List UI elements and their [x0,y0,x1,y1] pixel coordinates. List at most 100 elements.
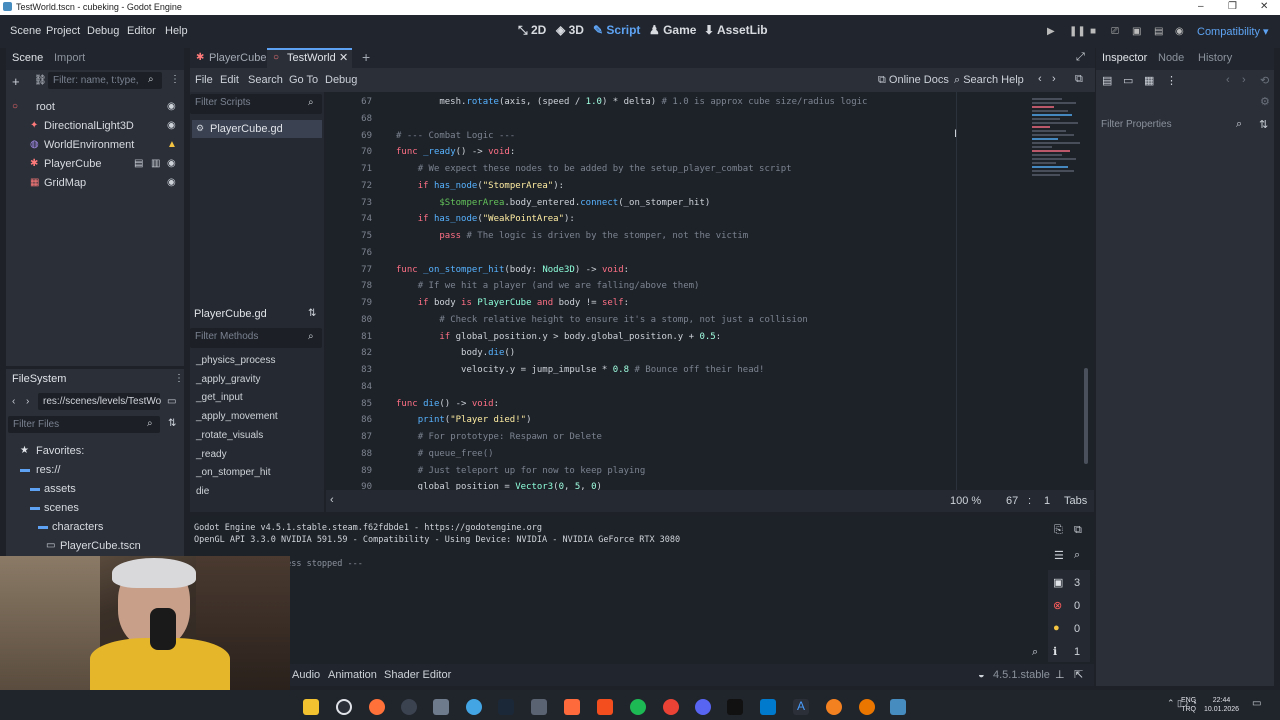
code-line[interactable]: if has_node("StomperArea"): [396,181,564,198]
script-menu-goto[interactable]: Go To [289,74,318,86]
version-label[interactable]: 4.5.1.stable [993,669,1050,681]
filter-properties-input[interactable]: Filter Properties [1096,114,1252,134]
pause-icon[interactable]: ❚❚ [1069,26,1086,37]
code-line[interactable]: # If we hit a player (and we are falling… [396,281,700,298]
method-item[interactable]: _on_stomper_hit [196,467,271,478]
notifications-icon[interactable]: ▭ [1252,698,1261,709]
movie-maker-icon[interactable]: ◉ [1175,26,1184,37]
slack-icon[interactable] [433,699,449,715]
history-forward-icon[interactable]: › [1052,73,1056,85]
menu-debug[interactable]: Debug [87,25,119,37]
stop-icon[interactable]: ■ [1090,26,1096,37]
scene-filter-input[interactable]: Filter: name, t:type, [48,72,162,89]
code-line[interactable]: $StomperArea.body_entered.connect(_on_st… [396,198,710,215]
pin-icon[interactable]: ⊥ [1055,668,1065,681]
code-line[interactable]: func _on_stomper_hit(body: Node3D) -> vo… [396,265,629,282]
toggle-scripts-panel-icon[interactable]: ‹ [330,494,334,506]
menu-editor[interactable]: Editor [127,25,156,37]
code-line[interactable]: # We expect these nodes to be added by t… [396,164,792,181]
code-line[interactable]: global_position = Vector3(0, 5, 0) [396,482,602,490]
file-playercube-tscn[interactable]: PlayerCube.tscn [60,540,141,552]
method-item[interactable]: _apply_movement [196,411,278,422]
code-line[interactable]: # queue_free() [396,449,494,466]
method-item[interactable]: _apply_gravity [196,374,260,385]
tree-node-playercube[interactable]: PlayerCube [44,158,101,170]
clock[interactable]: 22:44 10.01.2026 [1204,696,1239,714]
workspace-script[interactable]: ✎ Script [593,23,640,37]
workspace-3d[interactable]: ◈ 3D [556,23,584,37]
tab-history[interactable]: History [1198,52,1232,64]
code-line[interactable]: print("Player died!") [396,415,532,432]
steam-icon[interactable] [498,699,514,715]
file-explorer-icon[interactable] [303,699,319,715]
path-field[interactable]: res://scenes/levels/TestWo [38,393,161,410]
instance-icon[interactable]: ▥ [151,158,160,169]
filter-methods-input[interactable]: Filter Methods [190,328,322,348]
tab-shader-editor[interactable]: Shader Editor [384,669,451,681]
indent-mode[interactable]: Tabs [1064,495,1087,507]
visibility-eye-icon[interactable]: ◉ [167,177,176,188]
sort-icon[interactable]: ⇅ [1259,118,1268,131]
warnings-count[interactable]: 0 [1074,623,1080,635]
script-menu-file[interactable]: File [195,74,213,86]
warning-icon[interactable]: ▲ [167,139,177,150]
app-a-icon[interactable]: A [793,699,809,715]
link-icon[interactable]: ⛓ [34,75,47,86]
split-view-icon[interactable]: ▭ [167,396,176,407]
code-editor[interactable]: 67 mesh.rotate(axis, (speed / 1.0) * del… [326,92,1094,490]
more-icon[interactable]: ⋮ [170,74,180,85]
expand-panel-icon[interactable]: ⇱ [1074,668,1083,681]
menu-scene[interactable]: Scene [10,25,41,37]
method-item[interactable]: _physics_process [196,355,275,366]
cloudflare-icon[interactable] [826,699,842,715]
folder-assets[interactable]: assets [44,483,76,495]
visibility-eye-icon[interactable]: ◉ [167,120,176,131]
code-line[interactable]: func die() -> void: [396,399,499,416]
distraction-free-icon[interactable]: ⤢ [1076,51,1085,64]
code-line[interactable]: if has_node("WeakPointArea"): [396,214,575,231]
firefox-icon[interactable] [369,699,385,715]
back-icon[interactable]: ‹ [1226,74,1230,86]
object-tool-icon[interactable]: ⚙ [1260,95,1270,108]
add-tab-icon[interactable]: + [362,49,370,65]
code-line[interactable]: pass # The logic is driven by the stompe… [396,231,748,248]
back-icon[interactable]: ‹ [12,396,15,407]
terminal-icon[interactable] [727,699,743,715]
tree-node-directionallight3d[interactable]: DirectionalLight3D [44,120,134,132]
copy-icon[interactable]: ⎘ [1054,524,1063,537]
search-icon[interactable]: ⌕ [1032,646,1038,659]
add-node-icon[interactable]: + [12,74,20,89]
history-back-icon[interactable]: ‹ [1038,73,1042,85]
zoom-level[interactable]: 100 % [950,495,981,507]
play-custom-icon[interactable]: ▤ [1154,26,1163,37]
script-menu-debug[interactable]: Debug [325,74,357,86]
search-help-button[interactable]: ⌕ Search Help [954,74,1024,87]
tree-node-root[interactable]: root [36,101,55,113]
close-icon[interactable]: ✕ [1260,1,1268,12]
tab-inspector[interactable]: Inspector [1102,52,1147,64]
play-scene-icon[interactable]: ▣ [1132,26,1141,37]
history-icon[interactable]: ⟲ [1260,74,1269,87]
tree-node-gridmap[interactable]: GridMap [44,177,86,189]
code-line[interactable]: mesh.rotate(axis, (speed / 1.0) * delta)… [396,97,867,114]
code-line[interactable]: body.die() [396,348,515,365]
sort-icon[interactable]: ⇅ [308,308,316,319]
tab-import[interactable]: Import [54,52,85,64]
code-line[interactable]: # Check relative height to ensure it's a… [396,315,807,332]
tab-playercube[interactable]: PlayerCube [209,52,266,64]
method-item[interactable]: _ready [196,449,227,460]
script-list-item[interactable]: ⚙ PlayerCube.gd [192,120,322,138]
folder-scenes[interactable]: scenes [44,502,79,514]
workspace-game[interactable]: ♟ Game [649,23,696,37]
method-item[interactable]: _get_input [196,392,243,403]
tab-scene[interactable]: Scene [12,52,43,64]
play-icon[interactable]: ▶ [1047,26,1055,37]
script-menu-search[interactable]: Search [248,74,283,86]
godot-taskbar-icon[interactable] [890,699,906,715]
new-resource-icon[interactable]: ▤ [1102,74,1112,87]
folder-characters[interactable]: characters [52,521,103,533]
info-count[interactable]: 1 [1074,646,1080,658]
float-window-icon[interactable]: ⧉ [1075,73,1083,86]
method-item[interactable]: _rotate_visuals [196,430,263,441]
clock-app-icon[interactable] [336,699,352,715]
